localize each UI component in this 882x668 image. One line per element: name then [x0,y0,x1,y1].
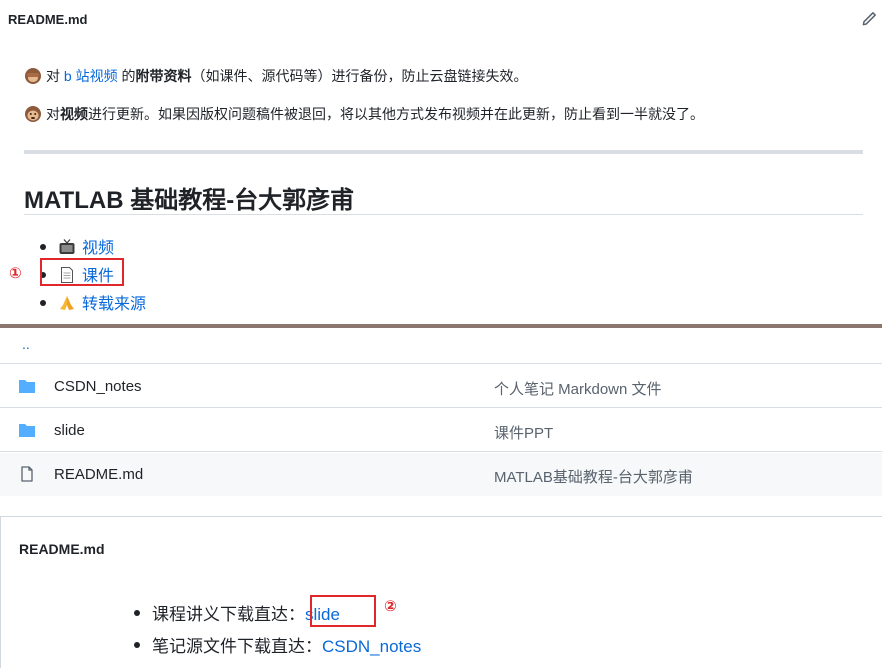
file-name[interactable]: CSDN_notes [54,378,142,395]
table-row[interactable]: CSDN_notes 个人笔记 Markdown 文件 [0,365,882,408]
readme-panel: README.md [0,516,882,668]
download-item-notes: 笔记源文件下载直达：CSDN_notes [134,632,421,657]
intro-bold-text: 视频 [60,106,88,122]
folded-hands-icon [60,296,74,310]
list-item-video: 视频 [40,234,114,258]
file-description: 个人笔记 Markdown 文件 [494,381,662,398]
intro-line-2: 对视频进行更新。如果因版权问题稿件被退回，将以其他方式发布视频并在此更新，防止看… [24,104,704,124]
file-name[interactable]: slide [54,422,85,439]
heading-underline [24,214,863,215]
intro-line-1: 对 b 站视频 的附带资料（如课件、源代码等）进行备份，防止云盘链接失效。 [24,66,527,86]
bullet [40,300,46,306]
bullet [40,244,46,250]
parent-directory-link[interactable]: .. [22,336,30,352]
table-row[interactable]: README.md MATLAB基础教程-台大郭彦甫 [0,453,882,496]
video-link[interactable]: 视频 [82,240,114,257]
annotation-box-1 [40,258,124,286]
readme-filename: README.md [8,12,88,27]
folder-icon [19,380,35,393]
folder-icon [19,424,35,437]
source-link[interactable]: 转载来源 [82,296,146,313]
bilibili-video-link[interactable]: b 站视频 [64,68,118,84]
see-no-evil-monkey-icon [25,68,41,84]
monkey-face-icon [25,106,41,122]
bullet [134,642,140,648]
file-description: MATLAB基础教程-台大郭彦甫 [494,469,693,486]
parent-directory-row[interactable]: .. [0,328,882,364]
file-list: .. CSDN_notes 个人笔记 Markdown 文件 slide 课件P… [0,328,882,496]
tv-icon [59,239,75,254]
file-icon [21,466,33,482]
annotation-number-2: ② [384,598,397,615]
readme-header: README.md [0,0,882,40]
file-name[interactable]: README.md [54,466,143,483]
list-item-source: 转载来源 [40,290,146,314]
table-row[interactable]: slide 课件PPT [0,409,882,452]
file-description: 课件PPT [494,425,554,442]
annotation-box-2 [310,595,376,627]
annotation-number-1: ① [9,265,22,282]
readme-title: README.md [19,541,105,557]
pencil-icon[interactable] [860,10,878,28]
intro-bold-text: 附带资料 [135,68,192,84]
page-title: MATLAB 基础教程-台大郭彦甫 [24,187,355,214]
horizontal-rule [24,150,863,154]
bullet [134,610,140,616]
notes-download-link[interactable]: CSDN_notes [322,637,421,656]
